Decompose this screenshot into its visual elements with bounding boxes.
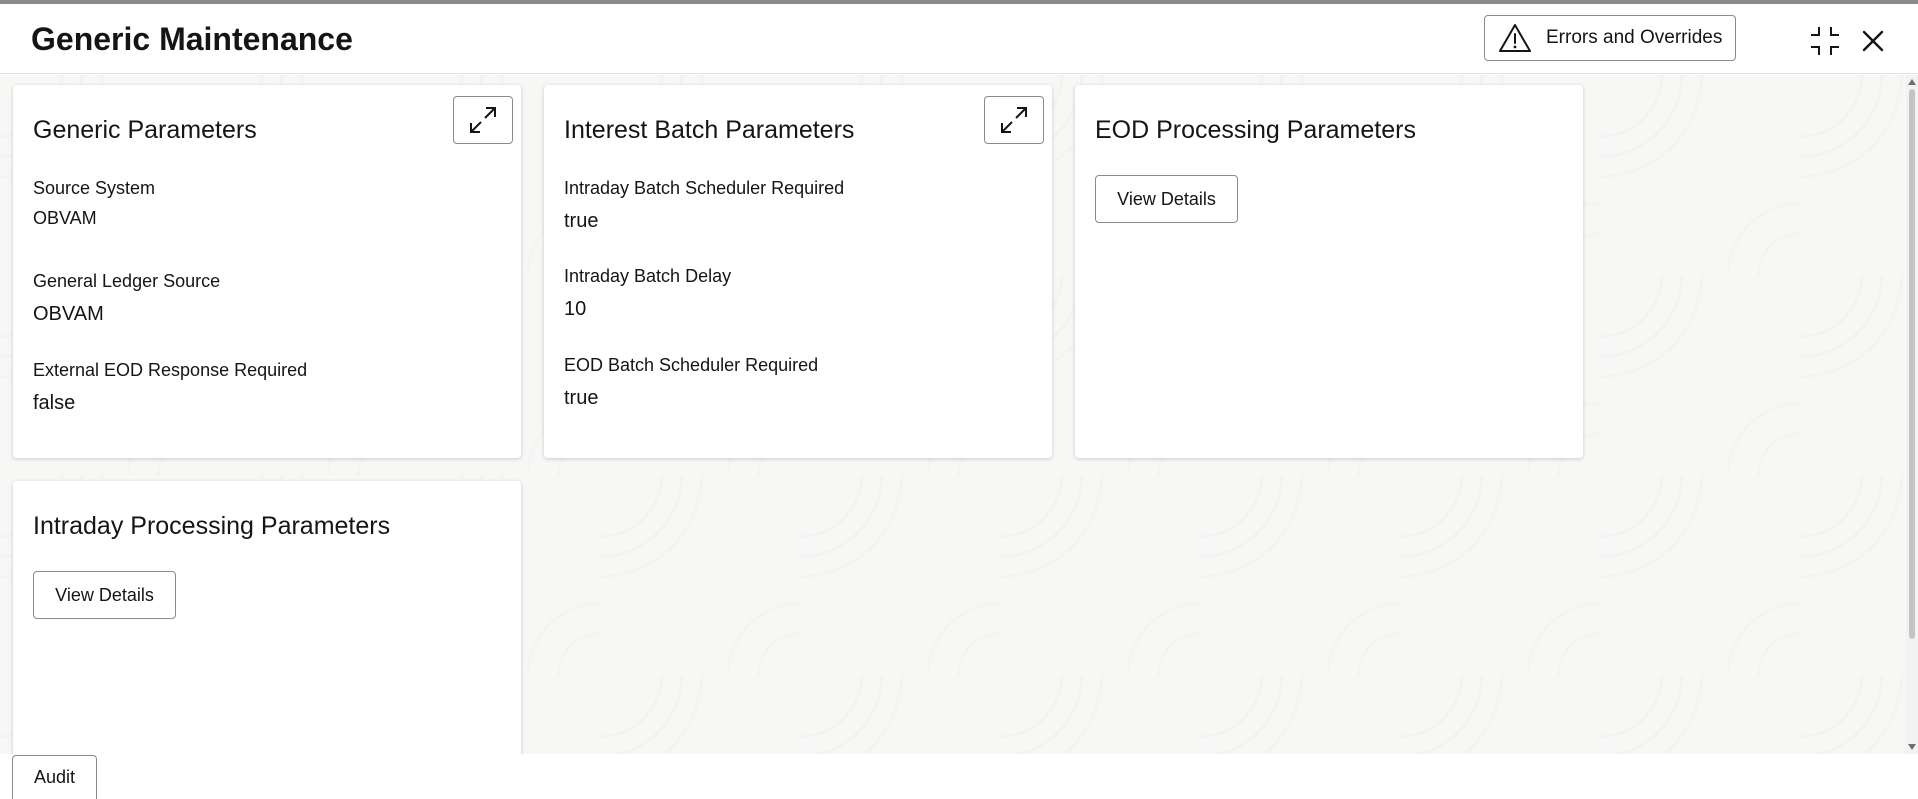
content-area: Generic Parameters Source System OBVAM G… (0, 75, 1906, 754)
scroll-up-arrow-icon[interactable] (1908, 79, 1916, 85)
interest-batch-parameters-card: Interest Batch Parameters Intraday Batch… (544, 85, 1052, 458)
page-title: Generic Maintenance (31, 21, 353, 57)
scroll-down-arrow-icon[interactable] (1908, 744, 1916, 750)
eod-processing-parameters-card: EOD Processing Parameters View Details (1075, 85, 1583, 458)
card-title: Intraday Processing Parameters (33, 512, 391, 540)
eod-batch-scheduler-value: true (564, 387, 599, 409)
compress-icon[interactable] (1808, 24, 1842, 58)
page-footer: Audit (0, 754, 1918, 799)
card-title: Generic Parameters (33, 116, 257, 144)
errors-and-overrides-label: Errors and Overrides (1546, 27, 1723, 48)
source-system-value: OBVAM (33, 208, 97, 228)
external-eod-response-value: false (33, 392, 76, 414)
generic-parameters-expand-button[interactable] (453, 96, 513, 144)
intraday-view-details-button[interactable]: View Details (33, 571, 176, 619)
intraday-batch-scheduler-value: true (564, 210, 599, 232)
errors-and-overrides-button[interactable]: Errors and Overrides (1484, 15, 1736, 61)
source-system-label: Source System (33, 178, 156, 198)
interest-batch-expand-button[interactable] (984, 96, 1044, 144)
intraday-processing-parameters-card: Intraday Processing Parameters View Deta… (13, 481, 521, 754)
generic-parameters-card: Generic Parameters Source System OBVAM G… (13, 85, 521, 458)
expand-icon (1001, 107, 1027, 133)
warning-icon (1499, 24, 1531, 52)
eod-batch-scheduler-label: EOD Batch Scheduler Required (564, 355, 819, 375)
intraday-batch-delay-label: Intraday Batch Delay (564, 266, 732, 286)
card-title: EOD Processing Parameters (1095, 116, 1416, 144)
page-header: Generic Maintenance Errors and Overrides (0, 4, 1918, 74)
expand-icon (470, 107, 496, 133)
general-ledger-source-value: OBVAM (33, 303, 104, 325)
close-icon[interactable] (1856, 24, 1890, 58)
vertical-scrollbar[interactable] (1906, 75, 1918, 754)
intraday-batch-delay-value: 10 (564, 298, 587, 320)
audit-button[interactable]: Audit (12, 755, 97, 799)
scroll-thumb[interactable] (1909, 89, 1915, 639)
general-ledger-source-label: General Ledger Source (33, 271, 221, 291)
card-title: Interest Batch Parameters (564, 116, 855, 144)
eod-view-details-button[interactable]: View Details (1095, 175, 1238, 223)
external-eod-response-label: External EOD Response Required (33, 360, 308, 380)
intraday-batch-scheduler-label: Intraday Batch Scheduler Required (564, 178, 845, 198)
